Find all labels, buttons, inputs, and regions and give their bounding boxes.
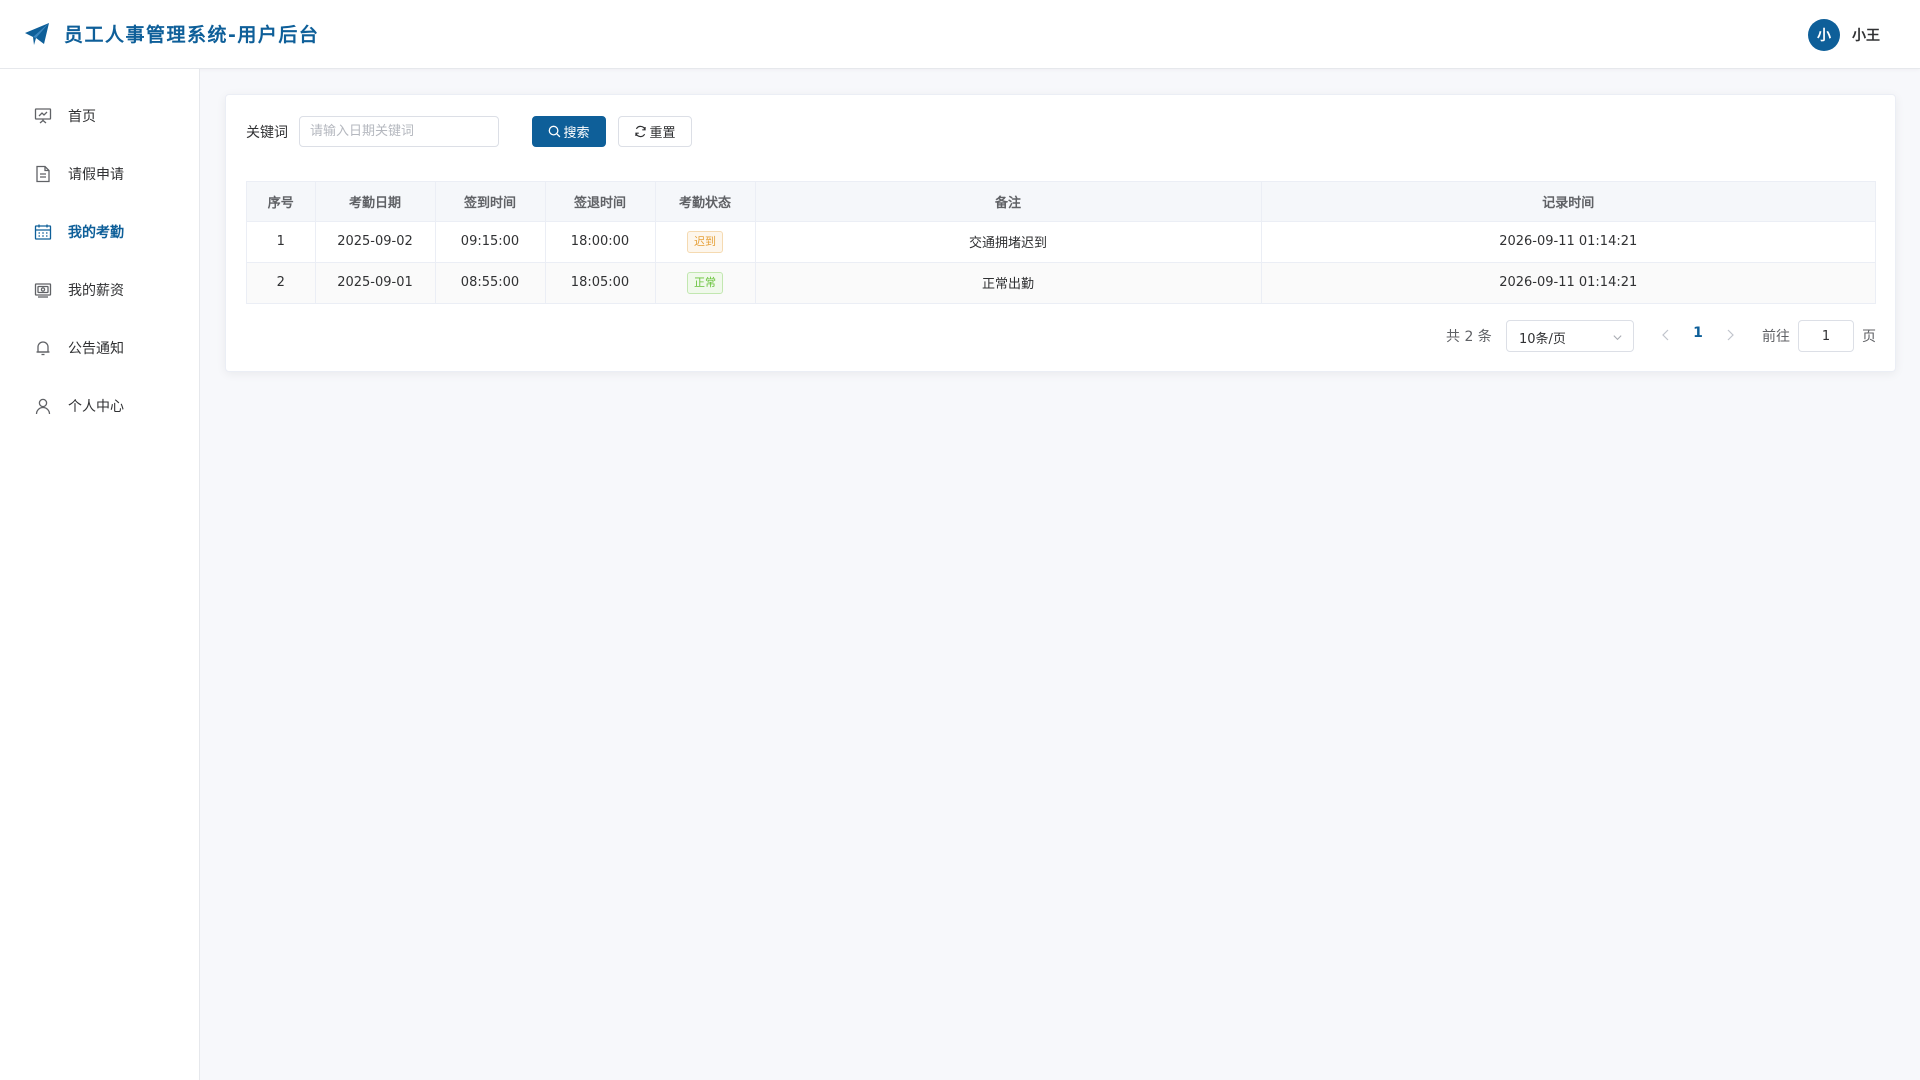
page-number-current[interactable]: 1	[1688, 325, 1708, 341]
sidebar-item-home[interactable]: 首页	[0, 91, 199, 141]
app-title: 员工人事管理系统-用户后台	[64, 24, 320, 46]
next-page-button[interactable]	[1723, 327, 1737, 343]
table-header-row: 序号 考勤日期 签到时间 签退时间 考勤状态 备注 记录时间	[247, 182, 1875, 222]
reset-button-label: 重置	[649, 126, 676, 141]
chevron-right-icon	[1727, 329, 1734, 341]
status-badge: 迟到	[687, 230, 723, 253]
column-header: 记录时间	[1261, 182, 1875, 222]
goto-page-input[interactable]	[1798, 320, 1854, 352]
sidebar-item-label: 我的考勤	[68, 225, 124, 241]
refresh-icon	[635, 125, 647, 138]
page-size-select[interactable]: 10条/页	[1506, 320, 1634, 352]
sidebar-item-label: 个人中心	[68, 399, 124, 415]
sidebar-item-leave[interactable]: 请假申请	[0, 149, 199, 199]
presentation-icon	[34, 107, 52, 125]
username[interactable]: 小王	[1852, 25, 1880, 45]
reset-button[interactable]: 重置	[618, 116, 692, 147]
avatar[interactable]: 小	[1808, 19, 1840, 51]
column-header: 签退时间	[545, 182, 656, 222]
goto-label: 前往	[1762, 329, 1790, 345]
top-header: 员工人事管理系统-用户后台 小 小王	[0, 0, 1920, 69]
cell-status: 正常	[655, 262, 756, 303]
cell-date: 2025-09-01	[315, 262, 436, 303]
cell-sign-out: 18:05:00	[545, 262, 656, 303]
chevron-left-icon	[1662, 329, 1669, 341]
keyword-label: 关键词	[246, 125, 288, 141]
search-button[interactable]: 搜索	[532, 116, 606, 147]
cell-sign-in: 09:15:00	[435, 221, 546, 263]
search-icon	[549, 125, 561, 138]
search-button-label: 搜索	[563, 126, 590, 141]
sidebar-item-label: 请假申请	[68, 167, 124, 183]
cell-remark: 交通拥堵迟到	[755, 221, 1262, 263]
cell-sign-in: 08:55:00	[435, 262, 546, 303]
sidebar-item-attendance[interactable]: 我的考勤	[0, 207, 199, 257]
cell-index: 2	[247, 262, 316, 303]
sidebar-item-profile[interactable]: 个人中心	[0, 381, 199, 431]
money-icon	[34, 281, 52, 299]
document-icon	[34, 165, 52, 183]
bell-icon	[34, 339, 52, 357]
column-header: 签到时间	[435, 182, 546, 222]
column-header: 考勤状态	[655, 182, 756, 222]
page-suffix-label: 页	[1862, 329, 1876, 345]
column-header: 序号	[247, 182, 316, 222]
pagination-total: 共 2 条	[1446, 329, 1492, 345]
cell-status: 迟到	[655, 221, 756, 263]
calendar-icon	[34, 223, 52, 241]
sidebar-item-label: 我的薪资	[68, 283, 124, 299]
table-row[interactable]: 2 2025-09-01 08:55:00 18:05:00 正常 正常出勤 2…	[247, 262, 1875, 303]
sidebar-item-label: 首页	[68, 109, 96, 125]
prev-page-button[interactable]	[1659, 327, 1673, 343]
column-header: 备注	[755, 182, 1262, 222]
cell-record-time: 2026-09-11 01:14:21	[1261, 221, 1875, 263]
sidebar-item-label: 公告通知	[68, 341, 124, 357]
sidebar-item-salary[interactable]: 我的薪资	[0, 265, 199, 315]
cell-remark: 正常出勤	[755, 262, 1262, 303]
attendance-table: 序号 考勤日期 签到时间 签退时间 考勤状态 备注 记录时间 1 2025-09…	[246, 181, 1876, 304]
user-icon	[34, 397, 52, 415]
column-header: 考勤日期	[315, 182, 436, 222]
table-row[interactable]: 1 2025-09-02 09:15:00 18:00:00 迟到 交通拥堵迟到…	[247, 221, 1875, 263]
paper-plane-icon	[24, 22, 50, 46]
cell-index: 1	[247, 221, 316, 263]
status-badge: 正常	[687, 271, 723, 294]
sidebar: 首页 请假申请 我的考勤 我的薪资 公告通知 个人中心	[0, 69, 200, 1080]
cell-record-time: 2026-09-11 01:14:21	[1261, 262, 1875, 303]
attendance-card: 关键词 搜索 重置 序号 考勤日期 签到时间 签退时间	[225, 94, 1896, 372]
chevron-down-icon	[1613, 335, 1622, 341]
user-menu[interactable]: 小 小王	[1808, 18, 1880, 52]
page-size-value: 10条/页	[1519, 332, 1566, 347]
sidebar-item-notice[interactable]: 公告通知	[0, 323, 199, 373]
cell-sign-out: 18:00:00	[545, 221, 656, 263]
cell-date: 2025-09-02	[315, 221, 436, 263]
keyword-input[interactable]	[299, 116, 499, 147]
